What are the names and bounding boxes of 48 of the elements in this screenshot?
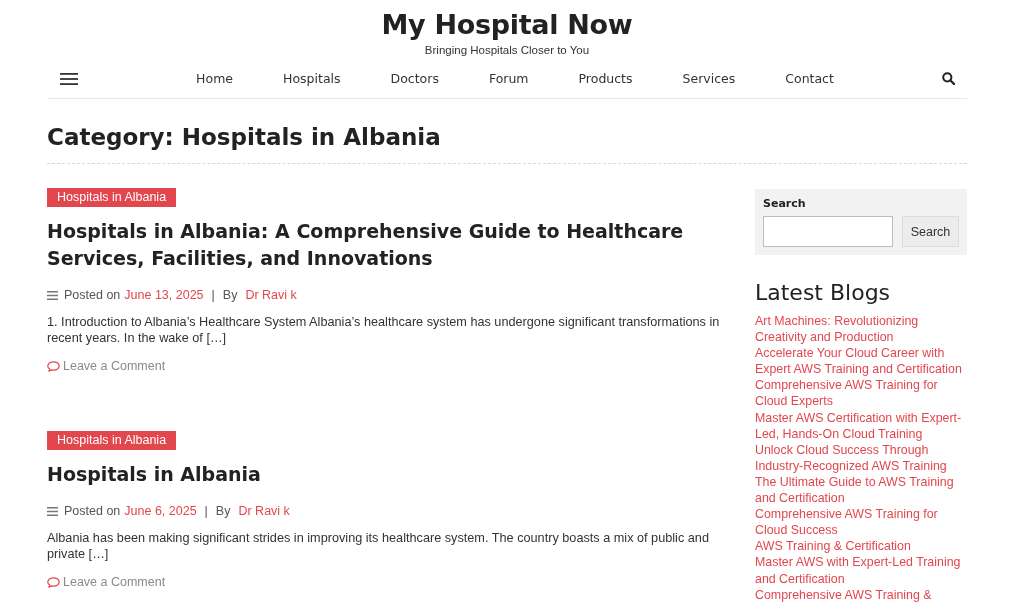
comment-link[interactable]: Leave a Comment bbox=[47, 358, 166, 374]
author-link[interactable]: Dr Ravi k bbox=[238, 504, 290, 518]
nav-link[interactable]: Products bbox=[578, 69, 633, 88]
nav-link[interactable]: Services bbox=[682, 69, 736, 88]
search-label: Search bbox=[763, 196, 807, 211]
menu-icon[interactable] bbox=[60, 72, 78, 85]
nav-link[interactable]: Hospitals bbox=[283, 69, 341, 88]
meta-separator: | bbox=[204, 504, 208, 518]
list-icon bbox=[47, 290, 58, 300]
search-field[interactable] bbox=[763, 216, 893, 247]
nav-link[interactable]: Home bbox=[196, 69, 234, 88]
search-icon[interactable] bbox=[942, 72, 955, 85]
posted-on-label: Posted on bbox=[64, 288, 121, 302]
post-excerpt: 1. Introduction to Albania’s Healthcare System Albania’s healthcare system has undergone significant transformations in recent years. In the wake of […] bbox=[47, 314, 721, 346]
blog-link[interactable]: The Ultimate Guide to AWS Training and Certification bbox=[755, 473, 967, 507]
nav-link[interactable]: Contact bbox=[785, 69, 834, 88]
meta-separator: | bbox=[211, 288, 215, 302]
speech-bubble-icon bbox=[47, 576, 60, 588]
by-label: By bbox=[215, 504, 231, 518]
blog-link[interactable]: Comprehensive AWS Training for Cloud Success bbox=[755, 506, 967, 539]
speech-bubble-icon bbox=[47, 360, 60, 372]
post-date-link[interactable]: June 13, 2025 bbox=[124, 288, 204, 302]
site-tagline: Bringing Hospitals Closer to You bbox=[424, 43, 590, 57]
blog-link[interactable]: Master AWS Certification with Expert-Led, Hands-On Cloud Training bbox=[755, 409, 967, 442]
blog-link[interactable]: AWS Training & Certification bbox=[755, 538, 967, 555]
post-title[interactable]: Hospitals in Albania: A Comprehensive Guide to Healthcare Services, Facilities, and Innovations bbox=[47, 218, 727, 272]
nav-link[interactable]: Doctors bbox=[390, 69, 439, 88]
blog-link[interactable]: Comprehensive AWS Training & bbox=[755, 586, 967, 603]
category-heading: Category: Hospitals in Albania bbox=[47, 123, 967, 164]
by-label: By bbox=[222, 288, 238, 302]
author-link[interactable]: Dr Ravi k bbox=[245, 288, 297, 302]
posted-on-label: Posted on bbox=[64, 504, 121, 518]
blog-link[interactable]: Accelerate Your Cloud Career with Expert AWS Training and Certification bbox=[755, 345, 967, 378]
post-date-link[interactable]: June 6, 2025 bbox=[124, 504, 197, 518]
blog-link[interactable]: Unlock Cloud Success Through Industry-Recognized AWS Training bbox=[755, 441, 967, 474]
category-tag[interactable]: Hospitals in Albania bbox=[47, 431, 177, 450]
category-tag[interactable]: Hospitals in Albania bbox=[47, 188, 177, 207]
site-title[interactable]: My Hospital Now bbox=[381, 7, 633, 43]
post-title[interactable]: Hospitals in Albania bbox=[47, 461, 261, 488]
search-button[interactable]: Search bbox=[902, 216, 959, 247]
nav-link[interactable]: Forum bbox=[488, 69, 529, 88]
blog-link[interactable]: Master AWS with Expert-Led Training and Certification bbox=[755, 554, 967, 587]
blog-link[interactable]: Art Machines: Revolutionizing Creativity and Production bbox=[755, 313, 967, 346]
comment-link[interactable]: Leave a Comment bbox=[47, 574, 166, 590]
list-icon bbox=[47, 506, 58, 516]
post-excerpt: Albania has been making significant strides in improving its healthcare system. The country boasts a mix of public and private […] bbox=[47, 530, 710, 562]
blog-link[interactable]: Comprehensive AWS Training for Cloud Experts bbox=[755, 377, 967, 410]
latest-blogs-heading: Latest Blogs bbox=[755, 279, 892, 307]
